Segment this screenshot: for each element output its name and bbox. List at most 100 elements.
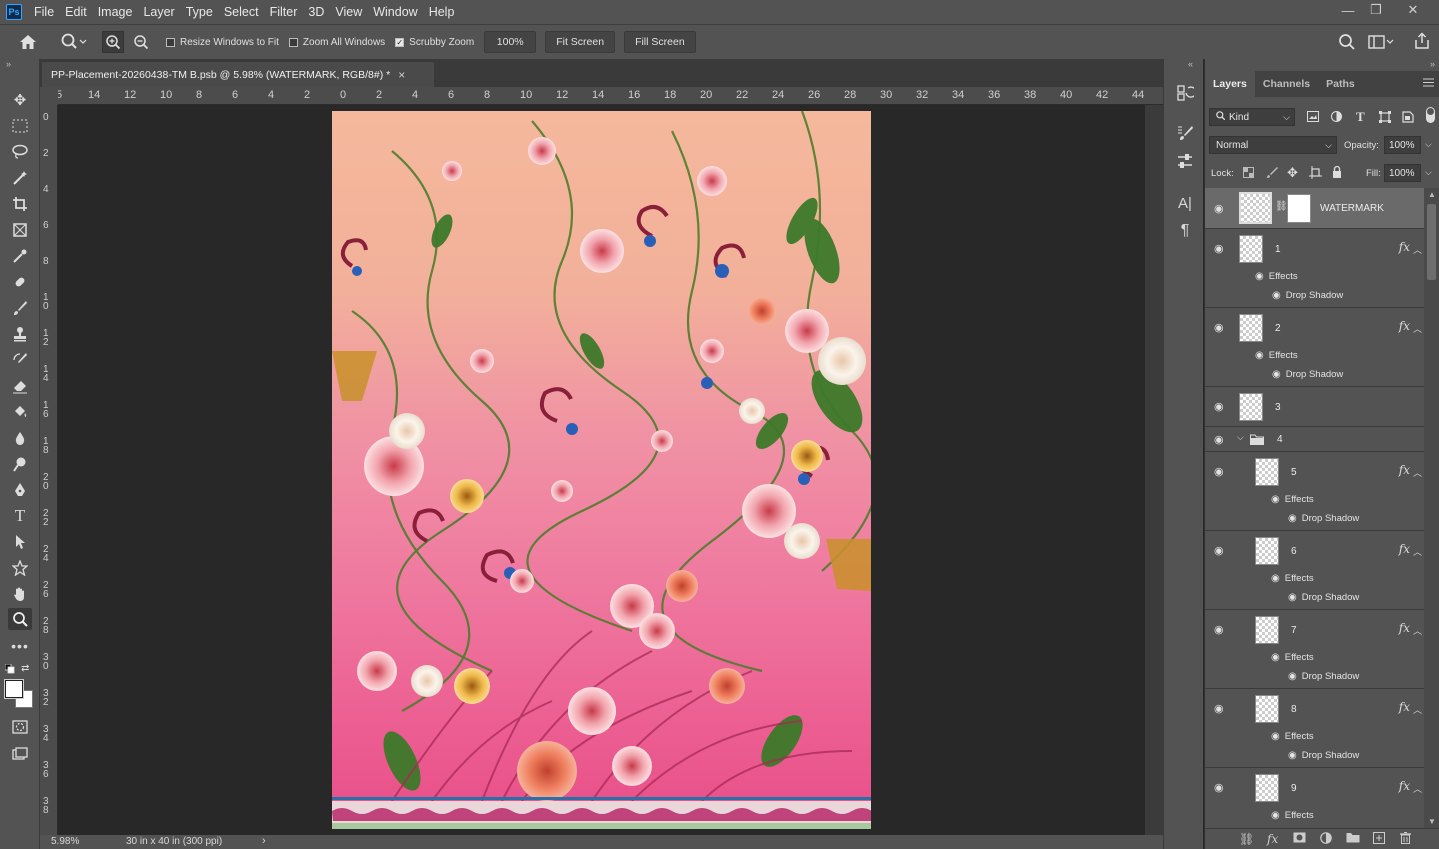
effects-eye-icon[interactable]: ◉: [1271, 652, 1280, 663]
zoom-tool-icon[interactable]: [8, 608, 32, 630]
brush-tool-icon[interactable]: [8, 297, 32, 319]
visibility-eye-icon[interactable]: ◉: [1214, 323, 1228, 334]
close-button[interactable]: ✕: [1397, 0, 1429, 20]
vertical-ruler[interactable]: 0 2 4 6 8 10 12 14 16 18 20 22 24 26 28 30 32 34 36 38: [40, 105, 58, 835]
layer-row-7[interactable]: ◉ 7 fx ︿ ◉ Effects ◉ Drop Shadow: [1205, 610, 1424, 689]
layer-name[interactable]: 5: [1291, 467, 1297, 478]
menu-3d[interactable]: 3D: [308, 5, 324, 19]
lasso-tool-icon[interactable]: [8, 141, 32, 163]
healing-brush-tool-icon[interactable]: [8, 271, 32, 293]
menu-image[interactable]: Image: [98, 5, 133, 19]
add-style-icon[interactable]: fx: [1267, 832, 1278, 846]
lock-all-icon[interactable]: [1332, 165, 1342, 181]
status-more-icon[interactable]: ›: [262, 835, 266, 847]
history-brush-tool-icon[interactable]: [8, 349, 32, 371]
add-mask-icon[interactable]: [1293, 832, 1306, 846]
paint-bucket-tool-icon[interactable]: [8, 401, 32, 423]
filter-kind-dropdown[interactable]: Kind ⌵: [1209, 108, 1295, 126]
character-panel-icon[interactable]: A|: [1174, 193, 1196, 213]
visibility-eye-icon[interactable]: ◉: [1214, 402, 1228, 413]
layer-name[interactable]: 3: [1275, 402, 1281, 413]
fx-icon[interactable]: fx: [1399, 542, 1410, 556]
effects-eye-icon[interactable]: ◉: [1271, 573, 1280, 584]
eraser-tool-icon[interactable]: [8, 375, 32, 397]
menu-view[interactable]: View: [335, 5, 362, 19]
canvas-vertical-scrollbar[interactable]: [1145, 105, 1163, 835]
filter-pixel-icon[interactable]: [1307, 111, 1319, 125]
layer-name[interactable]: 7: [1291, 625, 1297, 636]
layer-thumbnail[interactable]: [1239, 235, 1263, 263]
collapse-effects-icon[interactable]: ︿: [1413, 466, 1422, 479]
lock-pixels-icon[interactable]: [1266, 166, 1278, 181]
drop-shadow-eye-icon[interactable]: ◉: [1288, 671, 1297, 682]
collapse-panel-icon[interactable]: »: [1430, 59, 1435, 69]
layer-name[interactable]: 1: [1275, 244, 1281, 255]
adjustments-icon[interactable]: [1174, 151, 1196, 171]
menu-window[interactable]: Window: [373, 5, 417, 19]
clone-stamp-tool-icon[interactable]: [8, 323, 32, 345]
brush-settings-icon[interactable]: [1174, 123, 1196, 143]
paragraph-panel-icon[interactable]: ¶: [1174, 221, 1196, 241]
lock-transparent-icon[interactable]: [1243, 167, 1254, 181]
tab-channels[interactable]: Channels: [1255, 71, 1318, 97]
layer-thumbnail[interactable]: [1255, 537, 1279, 565]
layer-thumbnail[interactable]: [1239, 393, 1263, 421]
drop-shadow-eye-icon[interactable]: ◉: [1272, 369, 1281, 380]
filter-type-icon[interactable]: T: [1356, 109, 1365, 125]
collapse-effects-icon[interactable]: ︿: [1413, 782, 1422, 795]
new-group-icon[interactable]: [1346, 832, 1360, 846]
effects-row[interactable]: ◉ Effects: [1255, 350, 1298, 361]
drop-shadow-row[interactable]: ◉ Drop Shadow: [1272, 369, 1343, 380]
effects-eye-icon[interactable]: ◉: [1255, 350, 1264, 361]
layer-row-6[interactable]: ◉ 6 fx ︿ ◉ Effects ◉ Drop Shadow: [1205, 531, 1424, 610]
collapse-toolbar-icon[interactable]: »: [6, 59, 11, 69]
opacity-chevron-icon[interactable]: ⌵: [1425, 139, 1432, 150]
menu-type[interactable]: Type: [186, 5, 213, 19]
layer-row-watermark[interactable]: ◉ ⛓ WATERMARK: [1205, 188, 1424, 229]
fill-screen-button[interactable]: Fill Screen: [624, 31, 696, 53]
fill-input[interactable]: 100%: [1384, 164, 1421, 182]
fx-icon[interactable]: fx: [1399, 463, 1410, 477]
effects-row[interactable]: ◉ Effects: [1271, 731, 1314, 742]
layer-row-8[interactable]: ◉ 8 fx ︿ ◉ Effects ◉ Drop Shadow: [1205, 689, 1424, 768]
drop-shadow-eye-icon[interactable]: ◉: [1288, 513, 1297, 524]
panel-menu-icon[interactable]: [1423, 78, 1434, 90]
drop-shadow-row[interactable]: ◉ Drop Shadow: [1288, 671, 1359, 682]
scrubby-zoom-box[interactable]: ✓: [395, 37, 405, 47]
layer-group-4[interactable]: ◉ ⌵ 4: [1205, 427, 1424, 452]
scroll-up-icon[interactable]: ▲: [1428, 190, 1436, 199]
visibility-eye-icon[interactable]: ◉: [1214, 435, 1228, 446]
effects-row[interactable]: ◉ Effects: [1271, 573, 1314, 584]
drop-shadow-eye-icon[interactable]: ◉: [1288, 750, 1297, 761]
group-expand-icon[interactable]: ⌵: [1237, 432, 1244, 443]
quick-mask-icon[interactable]: [8, 716, 32, 738]
collapse-effects-icon[interactable]: ︿: [1413, 545, 1422, 558]
visibility-eye-icon[interactable]: ◉: [1214, 546, 1228, 557]
visibility-eye-icon[interactable]: ◉: [1214, 204, 1228, 215]
pen-tool-icon[interactable]: [8, 479, 32, 501]
scroll-down-icon[interactable]: ▼: [1428, 817, 1436, 826]
status-zoom[interactable]: 5.98%: [51, 836, 79, 847]
collapse-effects-icon[interactable]: ︿: [1413, 624, 1422, 637]
filter-shape-icon[interactable]: [1379, 111, 1391, 126]
effects-row[interactable]: ◉ Effects: [1271, 652, 1314, 663]
layer-row-5[interactable]: ◉ 5 fx ︿ ◉ Effects ◉ Drop Shadow: [1205, 452, 1424, 531]
visibility-eye-icon[interactable]: ◉: [1214, 244, 1228, 255]
home-icon[interactable]: [18, 32, 38, 52]
layer-thumbnail[interactable]: [1255, 695, 1279, 723]
effects-eye-icon[interactable]: ◉: [1271, 731, 1280, 742]
visibility-eye-icon[interactable]: ◉: [1214, 625, 1228, 636]
layer-name[interactable]: 2: [1275, 323, 1281, 334]
magic-wand-tool-icon[interactable]: [8, 167, 32, 189]
layer-thumbnail[interactable]: [1239, 192, 1272, 224]
document-tab[interactable]: PP-Placement-20260438-TM B.psb @ 5.98% (…: [42, 62, 434, 87]
history-panel-icon[interactable]: [1174, 83, 1196, 103]
swap-colors-icon[interactable]: ⇄: [21, 663, 29, 674]
effects-row[interactable]: ◉ Effects: [1271, 810, 1314, 821]
zoom-out-icon[interactable]: [130, 31, 152, 53]
dodge-tool-icon[interactable]: [8, 453, 32, 475]
blend-mode-dropdown[interactable]: Normal ⌵: [1209, 136, 1337, 154]
horizontal-ruler[interactable]: 5141210864202468101214161820222426283032…: [58, 87, 1163, 105]
layer-name[interactable]: 9: [1291, 783, 1297, 794]
link-layers-icon[interactable]: ⛓: [1239, 832, 1254, 846]
